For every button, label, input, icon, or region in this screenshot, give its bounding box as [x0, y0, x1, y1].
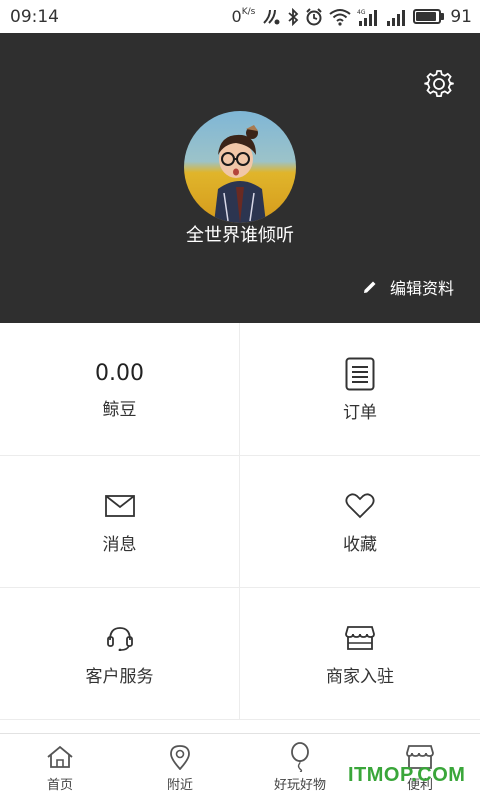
bluetooth-icon	[288, 7, 299, 26]
nfc-icon	[263, 9, 280, 24]
balloon-icon	[291, 742, 309, 772]
wifi-icon	[329, 8, 351, 26]
nav-item-nearby[interactable]: 附近	[120, 734, 240, 800]
alarm-icon	[306, 7, 323, 25]
status-bar: 09:14 0 K/s 4G 91	[0, 0, 480, 33]
home-icon	[47, 745, 73, 768]
favorites-label: 收藏	[343, 535, 377, 555]
status-icons: 0 K/s 4G 91	[232, 7, 472, 27]
status-time: 09:14	[10, 6, 59, 27]
merchant-cell[interactable]: 商家入驻	[240, 588, 480, 720]
signal-icon	[387, 9, 406, 26]
headset-icon	[106, 627, 133, 651]
svg-text:4G: 4G	[357, 9, 366, 16]
battery-level: 91	[450, 6, 472, 27]
support-label: 客户服务	[85, 667, 154, 687]
avatar[interactable]	[184, 111, 296, 223]
orders-label: 订单	[343, 402, 377, 423]
battery-icon	[413, 9, 445, 24]
balance-value: 0.00	[95, 360, 144, 386]
envelope-icon	[104, 495, 135, 517]
favorites-cell[interactable]: 收藏	[240, 456, 480, 588]
edit-profile-button[interactable]: 编辑资料	[362, 275, 454, 299]
pencil-icon	[363, 281, 376, 293]
nav-label-nearby: 附近	[166, 778, 193, 793]
balance-cell[interactable]: 0.00 鲸豆	[0, 323, 240, 456]
location-pin-icon	[170, 745, 190, 770]
signal-4g-icon: 4G	[357, 9, 378, 26]
storefront-icon	[345, 626, 375, 650]
messages-cell[interactable]: 消息	[0, 456, 240, 588]
profile-header: 全世界谁倾听 编辑资料	[0, 33, 480, 323]
messages-label: 消息	[102, 535, 137, 555]
nav-item-fun[interactable]: 好玩好物	[240, 734, 360, 800]
nav-item-home[interactable]: 首页	[0, 734, 120, 800]
avatar-image	[184, 111, 296, 223]
settings-button[interactable]	[424, 69, 454, 99]
username: 全世界谁倾听	[186, 225, 294, 246]
account-grid: 0.00 鲸豆 订单 消息 收藏 客户服务 商家入驻	[0, 323, 480, 720]
orders-cell[interactable]: 订单	[240, 323, 480, 456]
balance-label: 鲸豆	[102, 399, 137, 420]
edit-profile-label: 编辑资料	[389, 279, 454, 298]
support-cell[interactable]: 客户服务	[0, 588, 240, 720]
order-list-icon	[345, 357, 375, 390]
watermark: ITMOP.COM	[348, 764, 466, 786]
nav-label-home: 首页	[46, 778, 73, 793]
merchant-label: 商家入驻	[326, 667, 394, 687]
nav-label-fun: 好玩好物	[273, 778, 326, 793]
heart-icon	[345, 493, 375, 519]
network-speed: 0 K/s	[231, 7, 256, 26]
gear-icon	[424, 70, 454, 98]
